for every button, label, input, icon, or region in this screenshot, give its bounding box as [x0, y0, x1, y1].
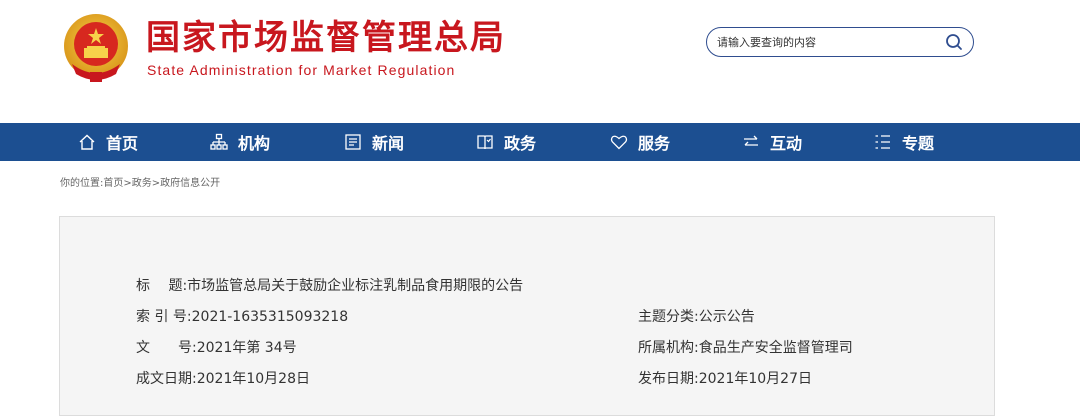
doc-category-row: 主题分类:公示公告	[638, 307, 755, 327]
breadcrumb-separator: >	[151, 178, 161, 189]
doc-published-label: 发布日期:	[638, 371, 699, 387]
nav-item-interaction[interactable]: 互动	[742, 123, 802, 161]
breadcrumb-prefix: 你的位置:	[60, 178, 104, 189]
nav-label-organization: 机构	[238, 134, 271, 153]
site-title-chinese[interactable]: 国家市场监督管理总局	[146, 18, 506, 58]
site-header: 国家市场监督管理总局 State Administration for Mark…	[0, 0, 1080, 123]
breadcrumb: 你的位置:首页>政务>政府信息公开	[60, 174, 220, 189]
nav-label-topics: 专题	[902, 134, 935, 153]
list-icon	[874, 133, 892, 151]
nav-item-topics[interactable]: 专题	[874, 123, 934, 161]
document-info-panel: 标 题:市场监管总局关于鼓励企业标注乳制品食用期限的公告 索 引 号:2021-…	[59, 216, 995, 416]
home-icon	[78, 133, 96, 151]
search-box[interactable]	[706, 27, 974, 57]
nav-item-home[interactable]: 首页	[78, 123, 138, 161]
news-icon	[344, 133, 362, 151]
search-input[interactable]	[717, 33, 937, 51]
nav-label-affairs: 政务	[504, 134, 537, 153]
doc-index-label: 索 引 号:	[136, 309, 192, 325]
breadcrumb-link-home[interactable]: 首页	[103, 178, 123, 189]
breadcrumb-link-gov-info[interactable]: 政府信息公开	[160, 178, 220, 189]
doc-published-row: 发布日期:2021年10月27日	[638, 369, 812, 389]
nav-label-home: 首页	[106, 134, 139, 153]
search-icon[interactable]	[945, 33, 963, 51]
doc-index-value: 2021-1635315093218	[191, 309, 349, 325]
nav-item-news[interactable]: 新闻	[344, 123, 404, 161]
org-chart-icon	[210, 133, 228, 151]
doc-index-row: 索 引 号:2021-1635315093218	[136, 307, 348, 327]
doc-number-value: 2021年第 34号	[196, 340, 297, 356]
doc-title-value: 市场监管总局关于鼓励企业标注乳制品食用期限的公告	[187, 278, 524, 294]
doc-agency-label: 所属机构:	[638, 340, 699, 356]
nav-item-organization[interactable]: 机构	[210, 123, 270, 161]
doc-published-value: 2021年10月27日	[698, 371, 812, 387]
doc-created-row: 成文日期:2021年10月28日	[136, 369, 310, 389]
nav-label-interaction: 互动	[770, 134, 803, 153]
doc-title-label: 标 题:	[136, 278, 188, 294]
nav-item-affairs[interactable]: 政务	[476, 123, 536, 161]
nav-label-news: 新闻	[372, 134, 405, 153]
doc-title-row: 标 题:市场监管总局关于鼓励企业标注乳制品食用期限的公告	[136, 276, 523, 296]
nav-label-services: 服务	[638, 134, 671, 153]
national-emblem-icon[interactable]	[62, 12, 130, 84]
doc-created-label: 成文日期:	[136, 371, 197, 387]
doc-agency-row: 所属机构:食品生产安全监督管理司	[638, 338, 853, 358]
doc-created-value: 2021年10月28日	[196, 371, 310, 387]
doc-number-row: 文 号:2021年第 34号	[136, 338, 297, 358]
breadcrumb-link-affairs[interactable]: 政务	[132, 178, 152, 189]
site-title-english[interactable]: State Administration for Market Regulati…	[147, 62, 455, 78]
heart-icon	[610, 133, 628, 151]
exchange-icon	[742, 133, 760, 151]
doc-agency-value: 食品生产安全监督管理司	[698, 340, 853, 356]
main-nav: 首页 机构 新闻 政务 服务 互动 专题	[0, 123, 1080, 161]
breadcrumb-separator: >	[123, 178, 132, 189]
nav-item-services[interactable]: 服务	[610, 123, 670, 161]
doc-category-value: 公示公告	[698, 309, 755, 325]
doc-category-label: 主题分类:	[638, 309, 699, 325]
doc-number-label: 文 号:	[136, 340, 197, 356]
book-icon	[476, 133, 494, 151]
